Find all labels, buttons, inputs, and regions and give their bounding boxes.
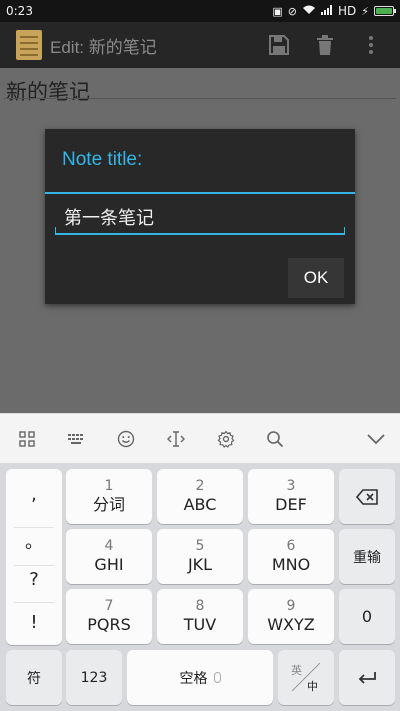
key-6[interactable]: 6 MNO xyxy=(248,529,334,584)
backspace-icon xyxy=(356,488,378,505)
space-key[interactable]: 空格 xyxy=(127,650,273,705)
key-label: 空格 xyxy=(179,670,208,687)
symbol-column: , 。 ? ! xyxy=(6,469,62,645)
key-number: 7 xyxy=(104,597,114,614)
key-label: 123 xyxy=(80,669,108,686)
grid-icon xyxy=(19,431,35,447)
key-number: 2 xyxy=(195,477,205,494)
key-label: 符 xyxy=(27,670,41,687)
save-icon xyxy=(269,35,289,55)
mute-icon: ⊘ xyxy=(287,4,297,18)
cursor-icon xyxy=(167,431,185,447)
exclamation-key[interactable]: ! xyxy=(6,599,62,645)
more-vert-icon xyxy=(369,36,373,54)
comma-key[interactable]: , xyxy=(6,469,62,519)
delete-button[interactable] xyxy=(302,22,348,68)
apps-grid-button[interactable] xyxy=(7,414,47,464)
chevron-down-icon xyxy=(367,434,385,444)
battery-icon xyxy=(374,6,396,16)
key-5[interactable]: 5 JKL xyxy=(157,529,243,584)
input-right-tick xyxy=(344,227,345,235)
language-switch-key[interactable]: 英 中 xyxy=(278,650,334,705)
backspace-key[interactable] xyxy=(339,469,395,524)
keyboard-settings-button[interactable] xyxy=(206,414,246,464)
notepad-app-icon xyxy=(16,30,42,60)
note-title-input[interactable] xyxy=(55,201,345,235)
key-number: 5 xyxy=(195,537,205,554)
dialog-title: Note title: xyxy=(62,149,143,170)
status-icons: ▣ ⊘ HD ⚡ xyxy=(272,4,396,18)
enter-key[interactable] xyxy=(339,650,395,705)
search-icon xyxy=(267,431,284,448)
note-title-dialog: Note title: OK xyxy=(45,129,355,304)
status-bar: 0:23 ▣ ⊘ HD ⚡ xyxy=(0,0,400,22)
key-1[interactable]: 1 分词 xyxy=(66,469,152,524)
cursor-move-button[interactable] xyxy=(156,414,196,464)
action-bar: Edit: 新的笔记 xyxy=(0,22,400,68)
emoji-button[interactable] xyxy=(106,414,146,464)
key-number: 9 xyxy=(286,597,296,614)
keyboard: , 。 ? ! 1 分词 2 ABC 3 DEF 4 GHI 5 JKL 6 M… xyxy=(0,463,400,711)
keyboard-search-button[interactable] xyxy=(255,414,295,464)
key-label: WXYZ xyxy=(267,614,315,634)
lang-chinese: 中 xyxy=(307,680,318,693)
overflow-menu-button[interactable] xyxy=(348,22,394,68)
key-number: 8 xyxy=(195,597,205,614)
key-label: PQRS xyxy=(87,614,131,634)
key-label: TUV xyxy=(183,614,217,634)
wifi-icon xyxy=(302,5,316,17)
status-time: 0:23 xyxy=(6,4,33,18)
key-8[interactable]: 8 TUV xyxy=(157,589,243,644)
keyboard-icon xyxy=(68,434,83,444)
dialog-title-divider xyxy=(45,192,355,194)
microphone-icon xyxy=(213,672,221,683)
screen-rotate-icon: ▣ xyxy=(272,4,283,18)
signal-icon xyxy=(321,5,333,17)
note-title-underline xyxy=(4,98,396,99)
key-label: JKL xyxy=(187,554,213,574)
key-7[interactable]: 7 PQRS xyxy=(66,589,152,644)
key-label: DEF xyxy=(275,494,307,514)
key-label: ABC xyxy=(183,494,217,514)
numbers-key[interactable]: 123 xyxy=(66,650,122,705)
keyboard-layout-button[interactable] xyxy=(56,414,96,464)
key-number: 6 xyxy=(286,537,296,554)
key-label: MNO xyxy=(271,554,311,574)
hide-keyboard-button[interactable] xyxy=(356,414,396,464)
note-title-text[interactable]: 新的笔记 xyxy=(6,76,90,106)
trash-icon xyxy=(317,35,333,55)
key-number: 3 xyxy=(286,477,296,494)
charging-icon: ⚡ xyxy=(361,4,369,18)
question-key[interactable]: ? xyxy=(6,561,62,597)
smiley-icon xyxy=(117,430,135,448)
key-9[interactable]: 9 WXYZ xyxy=(248,589,334,644)
keyboard-toolbar xyxy=(0,413,400,463)
key-number: 1 xyxy=(104,477,114,494)
reenter-key[interactable]: 重输 xyxy=(339,529,395,584)
action-bar-title: Edit: 新的笔记 xyxy=(50,37,157,57)
input-left-tick xyxy=(55,227,56,235)
save-button[interactable] xyxy=(256,22,302,68)
key-2[interactable]: 2 ABC xyxy=(157,469,243,524)
key-4[interactable]: 4 GHI xyxy=(66,529,152,584)
zero-key[interactable]: 0 xyxy=(339,589,395,644)
key-number: 4 xyxy=(104,537,114,554)
key-label: GHI xyxy=(94,554,124,574)
symbols-key[interactable]: 符 xyxy=(6,650,62,705)
gear-icon xyxy=(217,430,235,448)
period-key[interactable]: 。 xyxy=(6,519,62,563)
key-label: 0 xyxy=(361,607,373,626)
network-type: HD xyxy=(338,4,357,18)
lang-english: 英 xyxy=(291,664,302,677)
key-3[interactable]: 3 DEF xyxy=(248,469,334,524)
key-label: 重输 xyxy=(353,549,381,566)
ok-button[interactable]: OK xyxy=(288,258,344,298)
key-label: 分词 xyxy=(92,494,125,514)
enter-icon xyxy=(358,671,376,684)
